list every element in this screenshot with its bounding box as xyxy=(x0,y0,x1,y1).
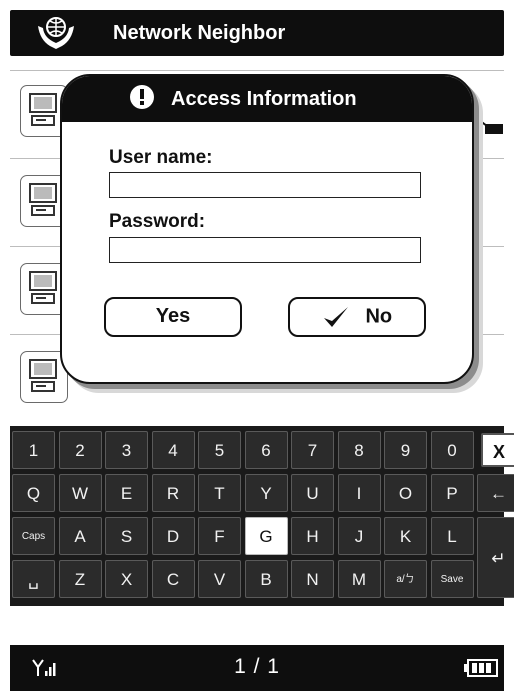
key-4[interactable]: 4 xyxy=(151,431,195,469)
key-o[interactable]: O xyxy=(384,474,427,512)
battery-icon xyxy=(464,659,498,677)
key-w[interactable]: W xyxy=(58,474,102,512)
backspace-key[interactable]: ← xyxy=(477,474,514,512)
key-8[interactable]: 8 xyxy=(337,431,381,469)
globe-in-hands-icon xyxy=(38,17,74,49)
app-title: Network Neighbor xyxy=(113,22,286,44)
key-q[interactable]: Q xyxy=(12,474,55,512)
key-b[interactable]: B xyxy=(244,560,288,598)
key-e[interactable]: E xyxy=(105,474,148,512)
key-u[interactable]: U xyxy=(291,474,334,512)
key-h[interactable]: H xyxy=(291,517,334,555)
key-m[interactable]: M xyxy=(337,560,381,598)
key-v[interactable]: V xyxy=(198,560,241,598)
key-1[interactable]: 1 xyxy=(12,431,55,469)
username-field[interactable] xyxy=(109,172,421,198)
key-r[interactable]: R xyxy=(151,474,195,512)
clear-key[interactable]: X xyxy=(481,433,514,467)
key-f[interactable]: F xyxy=(198,517,241,555)
key-i[interactable]: I xyxy=(337,474,381,512)
network-cable-icon xyxy=(479,119,503,134)
password-label: Password: xyxy=(109,211,206,232)
on-screen-keyboard: 1 2 3 4 5 6 7 8 9 0 Q W E R T Y U I O P Caps A S D F G H J K L ␣ Z X C V B N… xyxy=(10,426,514,606)
exclamation-icon xyxy=(130,85,154,109)
status-bar: 1 / 1 xyxy=(10,645,504,691)
no-button-label: No xyxy=(365,305,393,328)
key-9[interactable]: 9 xyxy=(384,431,427,469)
key-2[interactable]: 2 xyxy=(58,431,102,469)
key-k[interactable]: K xyxy=(384,517,427,555)
space-key[interactable]: ␣ xyxy=(12,560,55,598)
key-l[interactable]: L xyxy=(430,517,474,555)
enter-key[interactable]: ↵ xyxy=(477,517,514,598)
key-j[interactable]: J xyxy=(337,517,381,555)
key-3[interactable]: 3 xyxy=(105,431,148,469)
page-indicator: 1 / 1 xyxy=(234,655,280,678)
key-g[interactable]: G xyxy=(244,517,288,555)
key-z[interactable]: Z xyxy=(58,560,102,598)
username-label: User name: xyxy=(109,147,213,168)
key-6[interactable]: 6 xyxy=(244,431,288,469)
key-n[interactable]: N xyxy=(291,560,334,598)
key-p[interactable]: P xyxy=(430,474,474,512)
input-mode-key[interactable]: a/ㄅ xyxy=(384,560,427,598)
save-key[interactable]: Save xyxy=(430,560,474,598)
key-t[interactable]: T xyxy=(198,474,241,512)
key-y[interactable]: Y xyxy=(244,474,288,512)
key-s[interactable]: S xyxy=(105,517,148,555)
key-x[interactable]: X xyxy=(105,560,148,598)
key-a[interactable]: A xyxy=(58,517,102,555)
access-dialog: Access Information User name: Password: … xyxy=(60,74,474,384)
key-7[interactable]: 7 xyxy=(291,431,334,469)
checkmark-icon xyxy=(323,307,348,327)
key-d[interactable]: D xyxy=(151,517,195,555)
key-c[interactable]: C xyxy=(151,560,195,598)
dialog-header: Access Information xyxy=(62,76,472,122)
yes-button[interactable]: Yes xyxy=(104,297,242,337)
key-5[interactable]: 5 xyxy=(198,431,241,469)
yes-button-label: Yes xyxy=(155,305,191,328)
title-bar: Network Neighbor xyxy=(10,10,504,56)
password-field[interactable] xyxy=(109,237,421,263)
key-0[interactable]: 0 xyxy=(430,431,474,469)
no-button[interactable]: No xyxy=(288,297,426,337)
caps-lock-key[interactable]: Caps xyxy=(12,517,55,555)
dialog-title: Access Information xyxy=(171,88,357,110)
